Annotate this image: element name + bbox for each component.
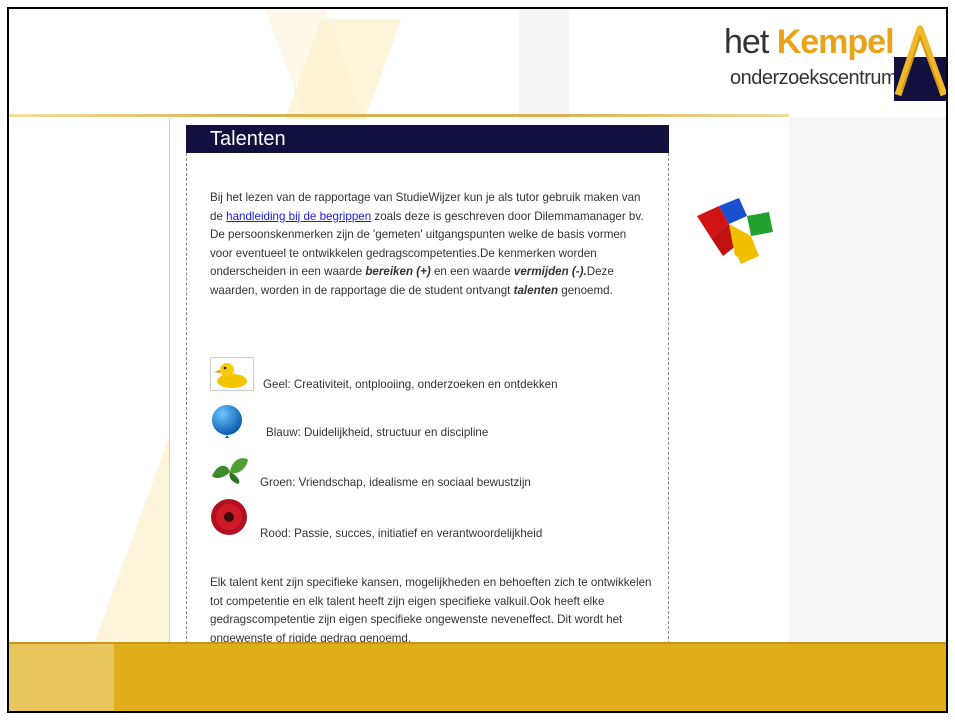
handleiding-link[interactable]: handleiding bij de begrippen [226, 210, 371, 223]
logo-triangle-icon [894, 25, 946, 101]
content-panel: Talenten Bij het lezen van de rapportage… [169, 119, 670, 649]
footer-accent [9, 642, 114, 711]
slide-frame: het Kempel onderzoekscentrum Talenten Bi… [7, 7, 948, 713]
footer-bar [9, 642, 946, 711]
logo-subtitle: onderzoekscentrum [730, 67, 898, 89]
outro-text: Elk talent kent zijn specifieke kansen, … [210, 576, 652, 645]
balloon-icon [212, 405, 242, 438]
leaves-icon [212, 458, 248, 484]
watermark-shape [519, 9, 569, 129]
intro-text: Bij het lezen van de rapportage van Stud… [210, 189, 650, 301]
logo-text: het Kempel [724, 23, 895, 62]
talent-label: Geel: Creativiteit, ontplooiing, onderzo… [263, 378, 558, 391]
talent-label: Blauw: Duidelijkheid, structuur en disci… [266, 426, 489, 439]
bereiken-term: bereiken (+) [365, 265, 431, 279]
talent-label: Rood: Passie, succes, initiatief en vera… [260, 527, 543, 540]
header-divider [9, 114, 789, 117]
right-panel [789, 117, 946, 642]
section-title: Talenten [186, 125, 669, 153]
intro-text-2: zoals deze is geschreven door Dilemmaman… [371, 209, 644, 223]
duck-icon [210, 357, 254, 391]
footer-divider [9, 642, 946, 644]
intro-text-4: en een waarde [430, 265, 514, 279]
talenten-term: talenten [513, 283, 559, 297]
talent-label: Groen: Vriendschap, idealisme en sociaal… [260, 476, 531, 489]
intro-text-6: genoemd. [558, 283, 613, 297]
puzzle-icon [697, 198, 773, 264]
flower-icon [211, 499, 247, 535]
vermijden-term: vermijden (-). [513, 265, 587, 279]
kempel-logo: het Kempel onderzoekscentrum [724, 21, 946, 101]
logo-kempel: Kempel [776, 23, 895, 61]
logo-het: het [724, 23, 769, 61]
